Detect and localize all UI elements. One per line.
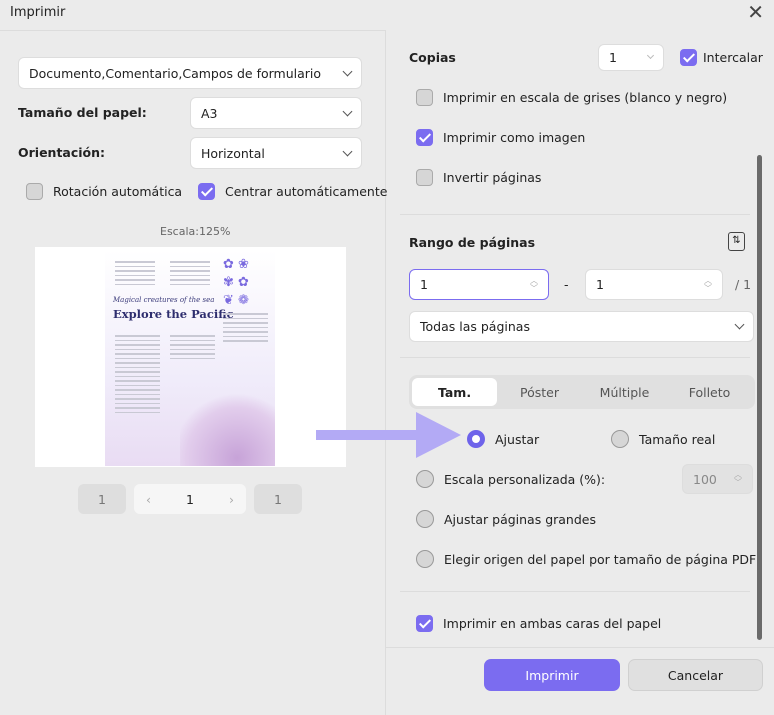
print-as-image-label: Imprimir como imagen — [443, 130, 586, 145]
page-range-label: Rango de páginas — [409, 235, 536, 250]
scrollbar[interactable] — [757, 155, 762, 640]
copies-value: 1 — [609, 50, 617, 65]
grayscale-checkbox[interactable]: Imprimir en escala de grises (blanco y n… — [416, 89, 727, 106]
checkbox-checked-icon — [680, 49, 697, 66]
cancel-button[interactable]: Cancelar — [628, 659, 763, 691]
stepper-icon[interactable]: ︿ ﹀ — [734, 471, 742, 487]
stepper-icon[interactable]: ︿ ﹀ — [530, 276, 538, 293]
tab-multiple[interactable]: Múltiple — [582, 378, 667, 406]
paper-source-radio[interactable]: Elegir origen del papel por tamaño de pá… — [416, 550, 756, 568]
last-page-button[interactable]: 1 — [254, 484, 302, 514]
custom-scale-radio[interactable]: Escala personalizada (%): — [416, 470, 605, 488]
range-total: / 1 — [735, 277, 752, 292]
print-button[interactable]: Imprimir — [484, 659, 620, 691]
last-page-label: 1 — [274, 491, 282, 507]
scaling-tabs: Tam. Póster Múltiple Folleto — [409, 375, 755, 409]
close-icon[interactable]: ✕ — [747, 0, 764, 24]
stepper-icon[interactable]: ︿ ﹀ — [704, 276, 712, 293]
page-order-icon[interactable]: ⇅ — [728, 232, 745, 251]
first-page-button[interactable]: 1 — [78, 484, 126, 514]
tab-booklet[interactable]: Folleto — [667, 378, 752, 406]
range-select[interactable]: Todas las páginas — [409, 311, 754, 342]
orientation-label: Orientación: — [18, 145, 106, 160]
paper-source-label: Elegir origen del papel por tamaño de pá… — [444, 551, 757, 567]
chevron-right-icon[interactable]: › — [229, 492, 234, 507]
divider — [385, 30, 386, 715]
checkbox-icon — [26, 183, 43, 200]
chevron-down-icon — [342, 106, 353, 116]
checkbox-checked-icon — [416, 129, 433, 146]
chevron-left-icon[interactable]: ‹ — [146, 492, 151, 507]
shrink-large-label: Ajustar páginas grandes — [444, 511, 596, 527]
paper-size-value: A3 — [201, 105, 218, 121]
dialog-title: Imprimir — [10, 5, 66, 20]
actual-size-radio[interactable]: Tamaño real — [611, 430, 715, 448]
range-select-value: Todas las páginas — [420, 319, 530, 334]
radio-icon — [416, 550, 434, 568]
chevron-down-icon — [342, 146, 353, 156]
duplex-label: Imprimir en ambas caras del papel — [443, 616, 662, 631]
preview-title: Explore the Pacific — [113, 307, 234, 321]
preview-page: ✿ ❀ ✾ ✿ ❦ ❁ Magical creatures of the sea E… — [105, 250, 275, 466]
copies-input[interactable]: 1 — [598, 44, 664, 71]
content-select[interactable]: Documento,Comentario,Campos de formulari… — [18, 57, 362, 89]
custom-scale-label: Escala personalizada (%): — [444, 471, 606, 487]
range-from-input[interactable]: 1 ︿ ﹀ — [409, 269, 549, 300]
anemone-illustration — [180, 386, 275, 466]
custom-scale-value: 100 — [693, 471, 717, 487]
auto-rotate-checkbox[interactable]: Rotación automática — [26, 183, 182, 200]
chevron-down-icon — [342, 66, 353, 76]
checkbox-icon — [416, 169, 433, 186]
radio-icon — [611, 430, 629, 448]
scale-label: Escala:125% — [160, 225, 231, 238]
radio-icon — [416, 470, 434, 488]
content-select-value: Documento,Comentario,Campos de formulari… — [29, 65, 322, 81]
range-from-value: 1 — [420, 277, 428, 292]
copies-label: Copias — [409, 50, 456, 65]
auto-rotate-label: Rotación automática — [53, 184, 183, 199]
duplex-checkbox[interactable]: Imprimir en ambas caras del papel — [416, 615, 661, 632]
paper-size-label: Tamaño del papel: — [18, 105, 147, 120]
checkbox-icon — [416, 89, 433, 106]
paper-size-select[interactable]: A3 — [190, 97, 362, 129]
shrink-large-radio[interactable]: Ajustar páginas grandes — [416, 510, 596, 528]
tab-size[interactable]: Tam. — [412, 378, 497, 406]
current-page[interactable]: 1 — [186, 492, 194, 507]
checkbox-checked-icon — [198, 183, 215, 200]
chevron-down-icon — [734, 319, 745, 330]
tab-poster[interactable]: Póster — [497, 378, 582, 406]
orientation-value: Horizontal — [201, 145, 265, 161]
auto-center-label: Centrar automáticamente — [225, 184, 388, 199]
divider — [386, 647, 774, 648]
auto-center-checkbox[interactable]: Centrar automáticamente — [198, 183, 387, 200]
reverse-pages-label: Invertir páginas — [443, 170, 542, 185]
divider — [400, 357, 750, 358]
collate-checkbox[interactable]: Intercalar — [680, 49, 763, 66]
grayscale-label: Imprimir en escala de grises (blanco y n… — [443, 90, 728, 105]
custom-scale-input[interactable]: 100 ︿ ﹀ — [682, 464, 753, 494]
divider — [400, 214, 750, 215]
range-to-value: 1 — [596, 277, 604, 292]
actual-size-label: Tamaño real — [639, 431, 716, 447]
fit-radio[interactable]: Ajustar — [467, 430, 539, 448]
radio-icon — [416, 510, 434, 528]
reverse-pages-checkbox[interactable]: Invertir páginas — [416, 169, 541, 186]
checkbox-checked-icon — [416, 615, 433, 632]
preview-subtitle: Magical creatures of the sea — [113, 296, 215, 304]
page-navigator[interactable]: ‹ 1 › — [134, 484, 246, 514]
print-as-image-checkbox[interactable]: Imprimir como imagen — [416, 129, 585, 146]
range-to-input[interactable]: 1 ︿ ﹀ — [585, 269, 723, 300]
divider — [400, 591, 750, 592]
radio-selected-icon — [467, 430, 485, 448]
chevron-down-icon — [646, 51, 655, 60]
collate-label: Intercalar — [703, 50, 763, 65]
orientation-select[interactable]: Horizontal — [190, 137, 362, 169]
annotation-arrow-icon — [316, 412, 461, 458]
range-dash: - — [564, 277, 569, 292]
first-page-label: 1 — [98, 491, 106, 507]
fit-label: Ajustar — [495, 431, 540, 447]
